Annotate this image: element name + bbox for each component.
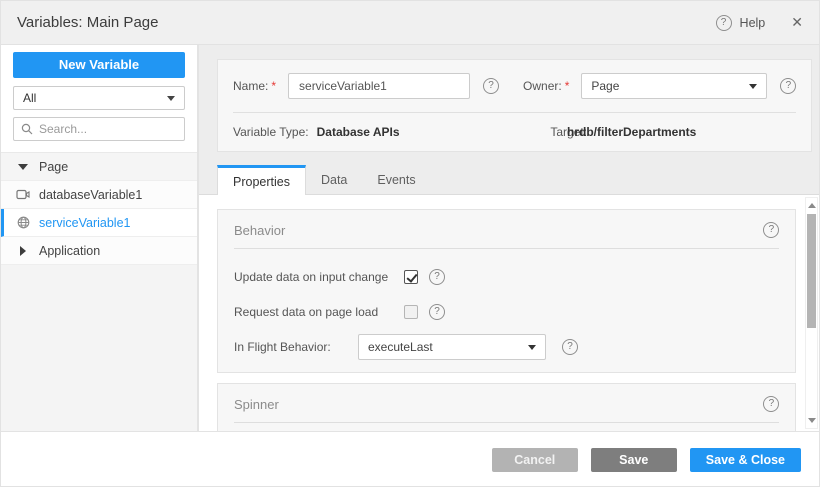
owner-select[interactable]: Page: [581, 73, 767, 99]
tree-item-label: databaseVariable1: [39, 188, 142, 202]
tree-item-label: serviceVariable1: [39, 216, 130, 230]
sidebar-item-databasevariable1[interactable]: databaseVariable1: [1, 181, 197, 209]
help-icon[interactable]: ?: [429, 269, 445, 285]
spinner-panel-title: Spinner: [234, 397, 279, 412]
new-variable-button[interactable]: New Variable: [13, 52, 185, 78]
property-row: Request data on page load ?: [234, 299, 779, 325]
help-icon[interactable]: ?: [716, 15, 732, 31]
required-asterisk: *: [271, 79, 276, 93]
service-variable-icon: [16, 216, 30, 229]
target-label: Target:: [550, 125, 796, 139]
search-box[interactable]: [13, 117, 185, 141]
variables-tree: Page databaseVariable1: [1, 152, 197, 265]
in-flight-behavior-value: executeLast: [368, 340, 433, 354]
tab-properties[interactable]: Properties: [217, 165, 306, 195]
required-asterisk: *: [565, 79, 570, 93]
search-icon: [21, 123, 33, 135]
request-data-on-page-load-label: Request data on page load: [234, 305, 404, 319]
content-scrollbar[interactable]: [805, 197, 818, 429]
properties-tab-content: Behavior ? Update data on input change ?…: [199, 195, 820, 431]
owner-label: Owner:: [523, 79, 562, 93]
name-input[interactable]: [288, 73, 470, 99]
variable-filter-select[interactable]: All: [13, 86, 185, 110]
tab-data[interactable]: Data: [306, 165, 362, 194]
variable-detail-area: Name: * ? Owner: * Page ? V: [199, 45, 820, 431]
update-data-on-input-change-checkbox[interactable]: [404, 270, 418, 284]
dialog-footer: Cancel Save Save & Close: [1, 431, 819, 487]
help-link[interactable]: Help: [740, 16, 766, 30]
tree-item-label: Application: [39, 244, 100, 258]
variable-type-label: Variable Type:: [233, 125, 309, 139]
sidebar-item-application[interactable]: Application: [1, 237, 197, 265]
help-icon[interactable]: ?: [763, 222, 779, 238]
cancel-button[interactable]: Cancel: [492, 448, 578, 472]
database-variable-icon: [16, 189, 30, 200]
variables-sidebar: New Variable All Page: [1, 45, 197, 431]
scroll-down-icon[interactable]: [808, 418, 816, 423]
variable-summary-panel: Name: * ? Owner: * Page ? V: [217, 59, 812, 152]
help-icon[interactable]: ?: [763, 396, 779, 412]
sidebar-item-servicevariable1[interactable]: serviceVariable1: [1, 209, 197, 237]
caret-right-icon: [20, 246, 26, 256]
sidebar-empty-area: [1, 265, 197, 431]
property-row: In Flight Behavior: executeLast ?: [234, 334, 779, 360]
help-icon[interactable]: ?: [562, 339, 578, 355]
spinner-panel: Spinner ?: [217, 383, 796, 431]
owner-value: Page: [591, 79, 619, 93]
search-input[interactable]: [39, 122, 177, 136]
request-data-on-page-load-checkbox[interactable]: [404, 305, 418, 319]
in-flight-behavior-label: In Flight Behavior:: [234, 340, 358, 354]
detail-tabs: Properties Data Events: [199, 165, 820, 195]
page-title: Variables: Main Page: [17, 14, 158, 31]
variables-dialog: Variables: Main Page ? Help ✕ New Variab…: [0, 0, 820, 487]
name-label: Name:: [233, 79, 268, 93]
in-flight-behavior-select[interactable]: executeLast: [358, 334, 546, 360]
tab-events[interactable]: Events: [362, 165, 430, 194]
content-scrollbar-thumb[interactable]: [807, 214, 816, 328]
sidebar-item-page[interactable]: Page: [1, 153, 197, 181]
dialog-header: Variables: Main Page ? Help ✕: [1, 1, 819, 45]
variable-filter-value: All: [23, 91, 36, 105]
help-icon[interactable]: ?: [429, 304, 445, 320]
update-data-on-input-change-label: Update data on input change: [234, 270, 404, 284]
tree-item-label: Page: [39, 160, 68, 174]
scroll-up-icon[interactable]: [808, 203, 816, 208]
help-icon[interactable]: ?: [483, 78, 499, 94]
behavior-panel-title: Behavior: [234, 223, 285, 238]
property-row: Update data on input change ?: [234, 264, 779, 290]
save-and-close-button[interactable]: Save & Close: [690, 448, 801, 472]
variable-type-value: Database APIs: [317, 125, 400, 139]
close-icon[interactable]: ✕: [791, 14, 803, 31]
chevron-down-icon: [167, 96, 175, 101]
chevron-down-icon: [528, 345, 536, 350]
behavior-panel: Behavior ? Update data on input change ?…: [217, 209, 796, 373]
save-button[interactable]: Save: [591, 448, 677, 472]
chevron-down-icon: [749, 84, 757, 89]
help-icon[interactable]: ?: [780, 78, 796, 94]
caret-down-icon: [18, 164, 28, 170]
